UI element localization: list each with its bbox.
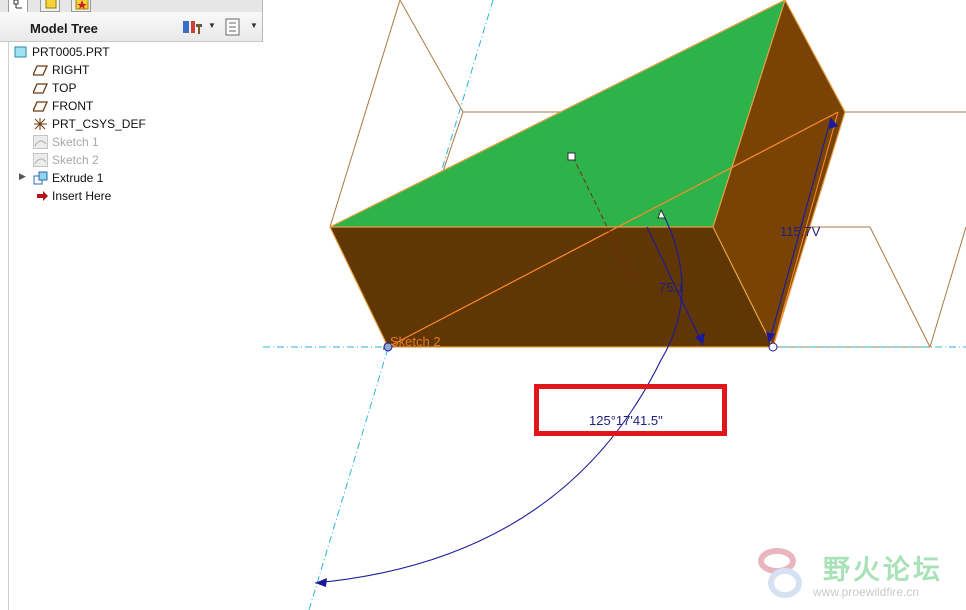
drag-handle[interactable] [567, 152, 576, 161]
tree-item-csys[interactable]: PRT_CSYS_DEF [9, 115, 249, 133]
tab-folder-browser[interactable] [40, 0, 60, 12]
tree-item-label: RIGHT [52, 63, 90, 77]
tree-item-label: Extrude 1 [52, 171, 104, 185]
expand-arrow-icon[interactable]: ▶ [19, 171, 26, 182]
navigator-tabs [0, 0, 262, 12]
show-filters-icon[interactable] [224, 18, 242, 36]
tree-item-label: Sketch 1 [52, 135, 99, 149]
watermark-logo-icon [758, 548, 802, 598]
insert-here-arrow-icon [37, 191, 48, 201]
highlight-box [534, 384, 727, 436]
sketch-2-label: Sketch 2 [390, 334, 441, 349]
chevron-down-icon[interactable]: ▼ [250, 21, 258, 30]
folder-icon [45, 0, 57, 9]
datum-plane-icon [33, 83, 48, 94]
tree-item-label: PRT_CSYS_DEF [52, 117, 146, 131]
model-tree-tab-icon [13, 0, 22, 9]
navigator-panel: Model Tree ▼ ▼ PRT0005.PRT RIGHT TOP FRO… [0, 0, 263, 610]
front-face[interactable] [330, 227, 773, 347]
tree-item-part[interactable]: PRT0005.PRT [9, 43, 249, 61]
watermark-title: 野火论坛 [823, 555, 943, 585]
sketch-icon [33, 153, 48, 167]
tree-item-label: TOP [52, 81, 77, 95]
graphics-viewport[interactable]: Sketch 2 75.1 115.7V 125°17'41.5" 野火论坛 w… [263, 0, 966, 610]
tree-item-label: FRONT [52, 99, 94, 113]
chevron-down-icon[interactable]: ▼ [208, 21, 216, 30]
model-tree-title: Model Tree [30, 21, 98, 36]
favorites-icon [75, 0, 89, 10]
tree-item-sketch-2[interactable]: Sketch 2 [9, 151, 249, 169]
proe-window: Model Tree ▼ ▼ PRT0005.PRT RIGHT TOP FRO… [0, 0, 966, 610]
model-tree-header: Model Tree ▼ ▼ [0, 12, 262, 42]
tree-item-extrude-1[interactable]: ▶ Extrude 1 [9, 169, 249, 187]
tab-model-tree[interactable] [8, 0, 28, 12]
tree-item-sketch-1[interactable]: Sketch 1 [9, 133, 249, 151]
angle-dimension[interactable]: 125°17'41.5" [589, 413, 663, 428]
tree-item-insert-here[interactable]: Insert Here [9, 187, 249, 205]
dimension-75[interactable]: 75.1 [659, 280, 684, 295]
tab-favorites[interactable] [71, 0, 91, 12]
sketch-vertex[interactable] [768, 342, 778, 352]
watermark-url: www.proewildfire.cn [813, 585, 920, 599]
part-icon [14, 46, 27, 58]
sketch-icon [33, 135, 48, 149]
model-graphics[interactable] [263, 0, 966, 610]
coordinate-system-icon [34, 118, 47, 130]
tree-item-label: PRT0005.PRT [32, 45, 110, 59]
datum-plane-icon [33, 65, 48, 76]
dimension-115[interactable]: 115.7V [780, 224, 820, 239]
tree-item-label: Insert Here [52, 189, 112, 203]
tree-item-right[interactable]: RIGHT [9, 61, 249, 79]
forum-watermark: 野火论坛 www.proewildfire.cn [753, 545, 966, 605]
model-tree: PRT0005.PRT RIGHT TOP FRONT PRT_CSYS_DEF… [8, 42, 263, 610]
tree-item-label: Sketch 2 [52, 153, 99, 167]
tree-item-top[interactable]: TOP [9, 79, 249, 97]
tree-item-front[interactable]: FRONT [9, 97, 249, 115]
tree-settings-tools-icon[interactable] [181, 18, 205, 36]
extrude-icon [33, 171, 48, 185]
datum-plane-icon [33, 101, 48, 112]
